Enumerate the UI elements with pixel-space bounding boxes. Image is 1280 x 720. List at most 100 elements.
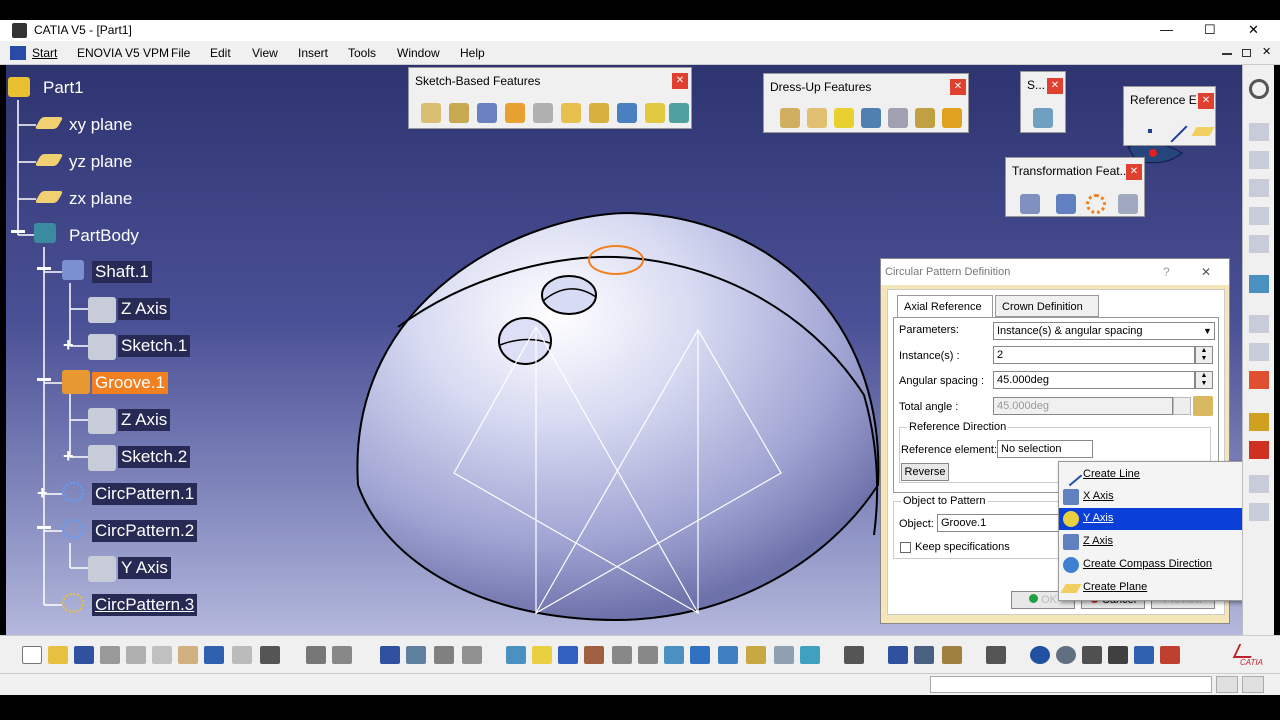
copy-icon[interactable]	[152, 646, 172, 664]
tree-y-axis[interactable]: Y Axis	[118, 557, 171, 579]
reverse-button[interactable]: Reverse	[901, 463, 949, 481]
cut-icon[interactable]	[126, 646, 146, 664]
axis-system-icon[interactable]	[1082, 646, 1102, 664]
close-icon[interactable]: ✕	[950, 79, 966, 95]
numeric-icon[interactable]	[1108, 646, 1128, 664]
close-icon[interactable]: ✕	[1126, 164, 1142, 180]
pad-icon[interactable]	[421, 103, 441, 123]
scale-icon[interactable]	[1118, 194, 1138, 214]
update-icon[interactable]	[1030, 646, 1050, 664]
hide-show-icon[interactable]	[746, 646, 766, 664]
expand-icon[interactable]: +	[63, 335, 74, 356]
loft-icon[interactable]	[645, 103, 665, 123]
shell-icon[interactable]	[861, 108, 881, 128]
remove-face-icon[interactable]	[942, 108, 962, 128]
new-file-icon[interactable]	[22, 646, 42, 664]
menu-item-create-plane[interactable]: Create Plane	[1059, 577, 1242, 599]
chamfer-icon[interactable]	[807, 108, 827, 128]
hole-icon[interactable]	[533, 103, 553, 123]
help-button[interactable]: ?	[1163, 265, 1170, 279]
partbody-icon[interactable]	[34, 223, 56, 243]
menu-enovia[interactable]: ENOVIA V5 VPM	[77, 46, 169, 60]
zoom-out-icon[interactable]	[638, 646, 658, 664]
sketcher-icon[interactable]	[1249, 123, 1269, 141]
chevron-down-icon[interactable]: ▼	[1203, 326, 1212, 336]
dialog-close-button[interactable]: ✕	[1201, 265, 1211, 279]
tool-icon[interactable]	[1249, 235, 1269, 253]
reference-element-field[interactable]: No selection	[997, 440, 1093, 458]
doc-close-icon[interactable]: ✕	[1262, 45, 1271, 58]
menu-tools[interactable]: Tools	[348, 46, 376, 60]
groove-tool-icon[interactable]	[505, 103, 525, 123]
views-icon[interactable]	[690, 646, 710, 664]
stiffener-icon[interactable]	[617, 103, 637, 123]
menu-view[interactable]: View	[252, 46, 278, 60]
mirror-icon[interactable]	[1056, 194, 1076, 214]
collapse-icon[interactable]	[37, 267, 51, 270]
menu-help[interactable]: Help	[460, 46, 485, 60]
point-icon[interactable]	[1148, 129, 1152, 133]
part-icon[interactable]	[8, 77, 30, 97]
menu-item-y-axis[interactable]: Y Axis	[1059, 508, 1242, 530]
tree-shaft-z-axis[interactable]: Z Axis	[118, 298, 171, 320]
removed-loft-icon[interactable]	[669, 103, 689, 123]
doc-restore-icon[interactable]	[1242, 49, 1251, 57]
tool-icon[interactable]	[1249, 275, 1269, 293]
expand-icon[interactable]: +	[63, 446, 74, 467]
mass-icon[interactable]	[942, 646, 962, 664]
tree-xy-plane[interactable]: xy plane	[69, 115, 132, 135]
whats-this-icon[interactable]	[260, 646, 280, 664]
tree-zx-plane[interactable]: zx plane	[69, 189, 132, 209]
work-object-icon[interactable]	[844, 646, 864, 664]
pattern-icon[interactable]	[1086, 194, 1106, 214]
pan-icon[interactable]	[558, 646, 578, 664]
keep-specifications-checkbox[interactable]	[900, 542, 911, 553]
globe-icon[interactable]	[1056, 646, 1076, 664]
instances-spinner[interactable]: ▲ ▼	[1195, 346, 1213, 364]
tool-icon[interactable]	[1249, 441, 1269, 459]
fit-all-icon[interactable]	[532, 646, 552, 664]
command-input[interactable]	[930, 676, 1212, 693]
parameters-select[interactable]: Instance(s) & angular spacing	[993, 322, 1215, 340]
rotate-icon[interactable]	[584, 646, 604, 664]
menu-start[interactable]: Start	[32, 46, 57, 60]
circpattern-icon[interactable]	[62, 593, 84, 613]
fly-mode-icon[interactable]	[506, 646, 526, 664]
expand-icon[interactable]: +	[37, 483, 48, 504]
open-folder-icon[interactable]	[48, 646, 68, 664]
redo-icon[interactable]	[232, 646, 252, 664]
rib-icon[interactable]	[561, 103, 581, 123]
tree-circpattern1[interactable]: CircPattern.1	[92, 483, 198, 505]
tree-part1[interactable]: Part1	[43, 78, 84, 98]
layer-icon[interactable]	[1134, 646, 1154, 664]
tool-icon[interactable]	[1249, 413, 1269, 431]
tool-icon[interactable]	[1249, 475, 1269, 493]
tool-icon[interactable]	[1249, 207, 1269, 225]
surface-icon[interactable]	[1033, 108, 1053, 128]
doc-minimize-icon[interactable]	[1222, 53, 1232, 55]
print-icon[interactable]	[100, 646, 120, 664]
minimize-button[interactable]: —	[1160, 22, 1173, 37]
command-button[interactable]	[1242, 676, 1264, 693]
groove-icon[interactable]	[62, 370, 90, 394]
translate-icon[interactable]	[1020, 194, 1040, 214]
tool-icon[interactable]	[1249, 179, 1269, 197]
tree-groove1[interactable]: Groove.1	[92, 372, 168, 394]
camera-icon[interactable]	[986, 646, 1006, 664]
menu-edit[interactable]: Edit	[210, 46, 231, 60]
tree-circpattern3[interactable]: CircPattern.3	[92, 594, 198, 616]
tree-sketch2[interactable]: Sketch.2	[118, 446, 191, 468]
thread-icon[interactable]	[915, 108, 935, 128]
object-field[interactable]: Groove.1	[937, 514, 1067, 532]
tab-axial-reference[interactable]: Axial Reference	[897, 295, 993, 317]
menu-item-compass-direction[interactable]: Create Compass Direction	[1059, 554, 1242, 576]
tab-crown-definition[interactable]: Crown Definition	[995, 295, 1099, 317]
sketch-icon[interactable]	[88, 334, 116, 360]
tree-sketch1[interactable]: Sketch.1	[118, 335, 191, 357]
tree-view-icon[interactable]	[406, 646, 426, 664]
swap-space-icon[interactable]	[774, 646, 794, 664]
slot-icon[interactable]	[589, 103, 609, 123]
tree-groove-z-axis[interactable]: Z Axis	[118, 409, 171, 431]
knowledge-icon[interactable]	[332, 646, 352, 664]
sketch-icon[interactable]	[88, 445, 116, 471]
